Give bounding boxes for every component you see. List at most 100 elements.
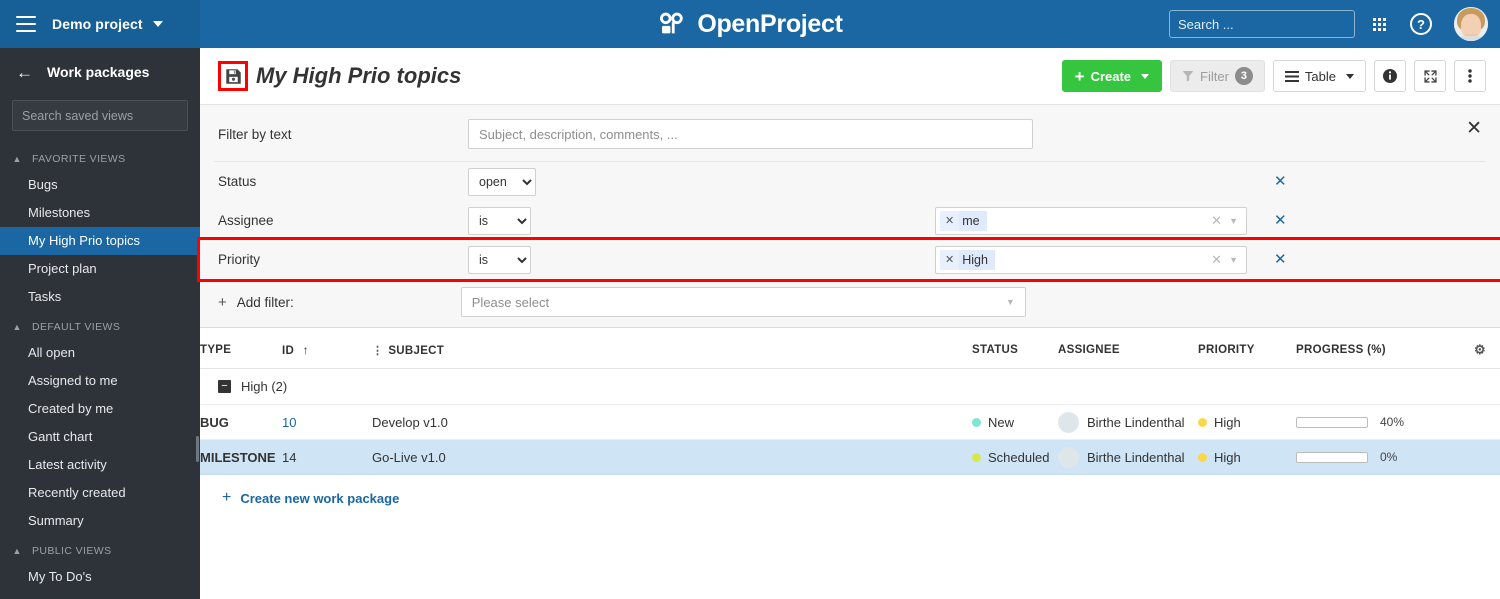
save-floppy-icon[interactable]: [218, 61, 248, 91]
saved-views-search[interactable]: [12, 100, 188, 131]
column-header-id[interactable]: ID ↑: [282, 328, 372, 369]
create-new-work-package-link[interactable]: + Create new work package: [200, 475, 1500, 507]
priority-value-field[interactable]: ✕ High ✕ ▼: [935, 245, 1247, 274]
remove-filter-assignee-button[interactable]: ✕: [1270, 209, 1291, 232]
hamburger-icon[interactable]: [16, 16, 36, 32]
sidebar-item-recently-created[interactable]: Recently created: [0, 479, 200, 507]
column-header-type[interactable]: TYPE: [200, 328, 282, 369]
cell-status[interactable]: Scheduled: [972, 439, 1058, 475]
sidebar-group-header[interactable]: ▲ PUBLIC VIEWS: [0, 541, 200, 563]
sidebar-item-gantt-chart[interactable]: Gantt chart: [0, 423, 200, 451]
column-header-priority[interactable]: PRIORITY: [1198, 328, 1296, 369]
filter-button[interactable]: Filter 3: [1170, 60, 1265, 92]
priority-color-dot: [1198, 452, 1207, 462]
search-input[interactable]: [1178, 16, 1354, 32]
table-view-button[interactable]: Table: [1272, 60, 1366, 92]
more-vertical-icon[interactable]: [1454, 60, 1486, 92]
sidebar-item-my-high-prio-topics[interactable]: My High Prio topics: [0, 227, 200, 255]
work-package-id-link[interactable]: 14: [282, 450, 296, 465]
saved-views-search-input[interactable]: [22, 108, 183, 123]
cell-type: BUG: [200, 404, 282, 440]
chip-remove-icon[interactable]: ✕: [940, 214, 959, 227]
cell-progress[interactable]: 40%: [1296, 404, 1460, 440]
assignee-operator-select[interactable]: is: [468, 206, 531, 235]
table-view-label: Table: [1304, 68, 1336, 84]
arrow-left-icon[interactable]: ←: [16, 64, 33, 81]
help-circle-icon[interactable]: ?: [1410, 13, 1432, 35]
cell-assignee[interactable]: Birthe Lindenthal: [1058, 439, 1198, 475]
filter-funnel-icon: [1182, 71, 1194, 82]
sidebar-item-latest-activity[interactable]: Latest activity: [0, 451, 200, 479]
add-filter-label: Add filter:: [236, 294, 294, 310]
sidebar-group-header[interactable]: ▲ FAVORITE VIEWS: [0, 149, 200, 171]
column-header-progress[interactable]: PROGRESS (%): [1296, 328, 1460, 369]
table-header-row: TYPE ID ↑ ⋮ SUBJECT STATUS ASSIGNEE PRIOR…: [200, 328, 1500, 369]
logo-text: OpenProject: [697, 9, 843, 38]
page-title: My High Prio topics: [256, 63, 462, 88]
clear-value-icon[interactable]: ✕: [1206, 252, 1227, 268]
cell-priority[interactable]: High: [1198, 404, 1296, 440]
chip-label: me: [959, 210, 987, 231]
chevron-down-icon[interactable]: ▼: [1227, 216, 1242, 226]
cell-row-actions: [1460, 404, 1500, 440]
priority-value-chip[interactable]: ✕ High: [940, 249, 995, 270]
sidebar-item-created-by-me[interactable]: Created by me: [0, 395, 200, 423]
cell-status[interactable]: New: [972, 404, 1058, 440]
project-name[interactable]: Demo project: [52, 16, 143, 32]
openproject-logo[interactable]: OpenProject: [657, 0, 843, 48]
column-header-status[interactable]: STATUS: [972, 328, 1058, 369]
project-menu-area: Demo project: [0, 0, 200, 48]
create-button[interactable]: + Create: [1061, 60, 1163, 92]
sidebar-item-bugs[interactable]: Bugs: [0, 171, 200, 199]
sidebar-item-all-open[interactable]: All open: [0, 339, 200, 367]
user-avatar[interactable]: [1454, 7, 1488, 41]
cell-id[interactable]: 14: [282, 439, 372, 475]
add-filter-select[interactable]: Please select ▼: [460, 287, 1026, 317]
column-header-assignee[interactable]: ASSIGNEE: [1058, 328, 1198, 369]
sidebar-item-summary[interactable]: Summary: [0, 507, 200, 535]
work-package-id-link[interactable]: 10: [282, 415, 296, 430]
global-search[interactable]: [1169, 10, 1355, 38]
assignee-value-field[interactable]: ✕ me ✕ ▼: [935, 206, 1247, 235]
chip-remove-icon[interactable]: ✕: [940, 253, 959, 266]
sidebar-scrollbar[interactable]: [196, 436, 199, 462]
assignee-value-chip[interactable]: ✕ me: [940, 210, 987, 231]
status-color-dot: [972, 417, 981, 427]
filter-row-text: Filter by text: [214, 105, 1486, 162]
app-root: Demo project OpenProject Search ... ? ← …: [0, 0, 1500, 599]
progress-value: 0%: [1380, 450, 1398, 464]
chevron-down-icon[interactable]: [152, 21, 163, 27]
priority-operator-select[interactable]: is: [468, 245, 531, 274]
collapse-minus-icon[interactable]: −: [218, 380, 231, 393]
cell-id[interactable]: 10: [282, 404, 372, 440]
cell-assignee[interactable]: Birthe Lindenthal: [1058, 404, 1198, 440]
hierarchy-icon: ⋮: [372, 344, 384, 357]
clear-value-icon[interactable]: ✕: [1206, 213, 1227, 229]
gear-icon[interactable]: ⚙: [1460, 342, 1500, 358]
column-header-subject[interactable]: ⋮ SUBJECT: [372, 328, 972, 369]
filter-row-status: Status open ✕: [200, 162, 1500, 201]
cell-subject[interactable]: Develop v1.0: [372, 404, 972, 440]
sidebar-group-header[interactable]: ▲ DEFAULT VIEWS: [0, 317, 200, 339]
cell-priority[interactable]: High: [1198, 439, 1296, 475]
sidebar-item-assigned-to-me[interactable]: Assigned to me: [0, 367, 200, 395]
remove-filter-priority-button[interactable]: ✕: [1270, 248, 1291, 271]
chevron-down-icon[interactable]: ▼: [1227, 255, 1242, 265]
sidebar-item-project-plan[interactable]: Project plan: [0, 255, 200, 283]
cell-progress[interactable]: 0%: [1296, 439, 1460, 475]
sidebar-item-milestones[interactable]: Milestones: [0, 199, 200, 227]
filter-by-text-input[interactable]: [468, 119, 1033, 149]
fullscreen-icon[interactable]: [1414, 60, 1446, 92]
remove-filter-status-button[interactable]: ✕: [1270, 170, 1291, 193]
sidebar-item-tasks[interactable]: Tasks: [0, 283, 200, 311]
sidebar-item-my-to-dos[interactable]: My To Do's: [0, 563, 200, 591]
assignee-avatar: [1058, 411, 1079, 433]
cell-subject[interactable]: Go-Live v1.0: [372, 439, 972, 475]
table-row[interactable]: BUG 10 Develop v1.0 New Birthe Lindentha…: [200, 404, 1500, 440]
status-operator-select[interactable]: open: [468, 167, 536, 196]
info-icon[interactable]: [1374, 60, 1406, 92]
filter-label-text: Filter by text: [218, 126, 292, 142]
create-new-work-package-label: Create new work package: [240, 490, 400, 506]
modules-grid-icon[interactable]: [1373, 17, 1386, 31]
table-row[interactable]: MILESTONE 14 Go-Live v1.0 Scheduled Birt…: [200, 439, 1500, 475]
